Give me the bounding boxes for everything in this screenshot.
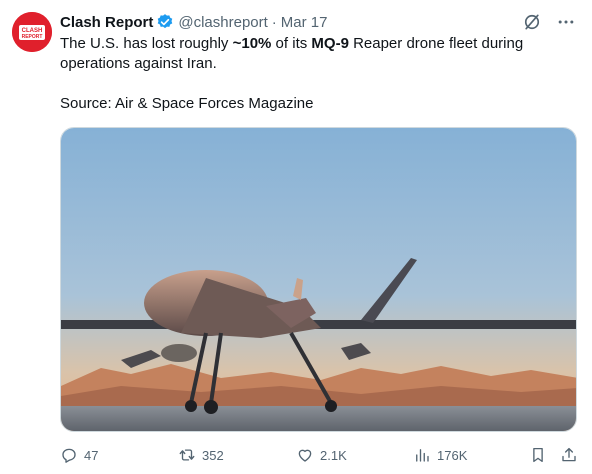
separator-dot: · xyxy=(271,13,277,31)
bookmark-icon xyxy=(533,447,543,463)
text-segment: The U.S. has lost roughly xyxy=(60,35,233,52)
avatar[interactable]: CLASH REPORT xyxy=(12,12,52,52)
tweet-media-image[interactable] xyxy=(60,127,577,432)
tweet-top-actions xyxy=(522,12,576,32)
reply-button[interactable]: 47 xyxy=(60,446,98,464)
author-handle[interactable]: @clashreport xyxy=(178,14,267,31)
repost-button[interactable]: 352 xyxy=(178,446,224,464)
repost-icon xyxy=(179,449,195,461)
more-icon[interactable] xyxy=(556,12,576,32)
text-bold-segment: ~10% xyxy=(232,35,272,52)
tweet-actions-bar: 47 352 2.1K 176K xyxy=(60,444,577,466)
share-button[interactable] xyxy=(560,446,578,464)
text-segment: of its xyxy=(271,35,312,52)
text-segment: Reaper drone fleet during xyxy=(348,35,524,52)
views-button[interactable]: 176K xyxy=(413,446,467,464)
share-icon xyxy=(562,447,576,462)
tweet-text-line-2: operations against Iran. xyxy=(60,55,217,72)
views-icon xyxy=(416,449,429,462)
tweet-source: Source: Air & Space Forces Magazine xyxy=(60,95,314,112)
text-bold-segment: MQ-9 xyxy=(311,35,349,52)
repost-count: 352 xyxy=(202,447,224,463)
bookmark-button[interactable] xyxy=(529,446,547,464)
tweet-date[interactable]: Mar 17 xyxy=(281,14,328,31)
tweet-text: The U.S. has lost roughly ~10% of its MQ… xyxy=(60,34,560,114)
avatar-text-2: REPORT xyxy=(22,34,43,40)
views-count: 176K xyxy=(437,447,468,463)
tweet-text-line-1: The U.S. has lost roughly ~10% of its MQ… xyxy=(60,34,560,54)
verified-badge-icon xyxy=(156,13,174,31)
tweet-card[interactable]: CLASH REPORT Clash Report @clashreport ·… xyxy=(0,0,592,474)
grok-icon[interactable] xyxy=(522,12,542,32)
like-icon xyxy=(298,449,312,462)
reply-icon xyxy=(62,448,76,463)
tweet-header: Clash Report @clashreport · Mar 17 xyxy=(60,12,327,32)
like-button[interactable]: 2.1K xyxy=(296,446,347,464)
author-name[interactable]: Clash Report xyxy=(60,14,153,31)
like-count: 2.1K xyxy=(320,447,347,463)
drone-photo xyxy=(61,128,576,431)
reply-count: 47 xyxy=(84,447,99,463)
